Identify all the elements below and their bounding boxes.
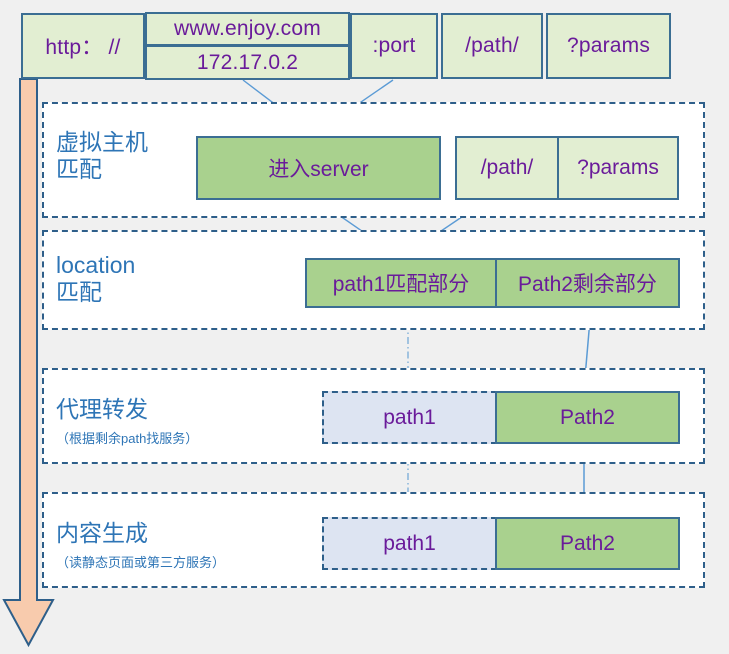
box-content-path2[interactable]: Path2 [495, 517, 680, 570]
box-enter-server[interactable]: 进入server [196, 136, 441, 200]
box-location-path1-matched-label: path1匹配部分 [332, 273, 470, 296]
stage-title-proxy-forward: 代理转发 [56, 396, 148, 422]
url-cell-port[interactable]: :port [350, 13, 438, 79]
url-cell-params[interactable]: ?params [546, 13, 671, 79]
stage-subtitle-content-generation: （读静态页面或第三方服务） [56, 555, 226, 570]
box-proxy-path2-label: Path2 [560, 405, 615, 429]
stage-title-content-generation: 内容生成 [56, 520, 148, 546]
url-params-label: ?params [566, 34, 651, 57]
url-host-ip-label: 172.17.0.2 [196, 50, 299, 74]
stage-title-location: location 匹配 [56, 252, 136, 306]
box-proxy-path1-label: path1 [383, 405, 436, 429]
stage-title-virtual-host: 虚拟主机 匹配 [56, 129, 148, 183]
box-vh-path-label: /path/ [480, 156, 534, 179]
box-location-path2-remain[interactable]: Path2剩余部分 [495, 258, 680, 308]
url-port-label: :port [372, 34, 416, 57]
box-proxy-path1[interactable]: path1 [322, 391, 497, 444]
box-location-path2-remain-label: Path2剩余部分 [518, 273, 657, 296]
url-cell-host[interactable]: www.enjoy.com 172.17.0.2 [145, 12, 350, 80]
box-vh-params-label: ?params [577, 156, 659, 179]
box-content-path2-label: Path2 [560, 531, 615, 555]
box-proxy-path2[interactable]: Path2 [495, 391, 680, 444]
url-cell-scheme[interactable]: http： // [21, 13, 145, 79]
box-content-path1-label: path1 [383, 531, 436, 555]
url-scheme-label: http： // [45, 36, 121, 59]
url-host-domain-label: www.enjoy.com [174, 17, 321, 40]
box-enter-server-label: 进入server [268, 158, 369, 181]
box-vh-path[interactable]: /path/ [455, 136, 559, 200]
stage-subtitle-proxy-forward: （根据剩余path找服务） [56, 431, 199, 446]
url-path-label: /path/ [465, 34, 519, 57]
box-location-path1-matched[interactable]: path1匹配部分 [305, 258, 497, 308]
url-host-domain-cell[interactable]: www.enjoy.com [145, 12, 350, 46]
url-host-ip-cell[interactable]: 172.17.0.2 [145, 45, 350, 80]
box-vh-params[interactable]: ?params [557, 136, 679, 200]
url-cell-path[interactable]: /path/ [441, 13, 543, 79]
diagram-canvas: http： // www.enjoy.com 172.17.0.2 :port … [0, 0, 729, 654]
box-content-path1[interactable]: path1 [322, 517, 497, 570]
